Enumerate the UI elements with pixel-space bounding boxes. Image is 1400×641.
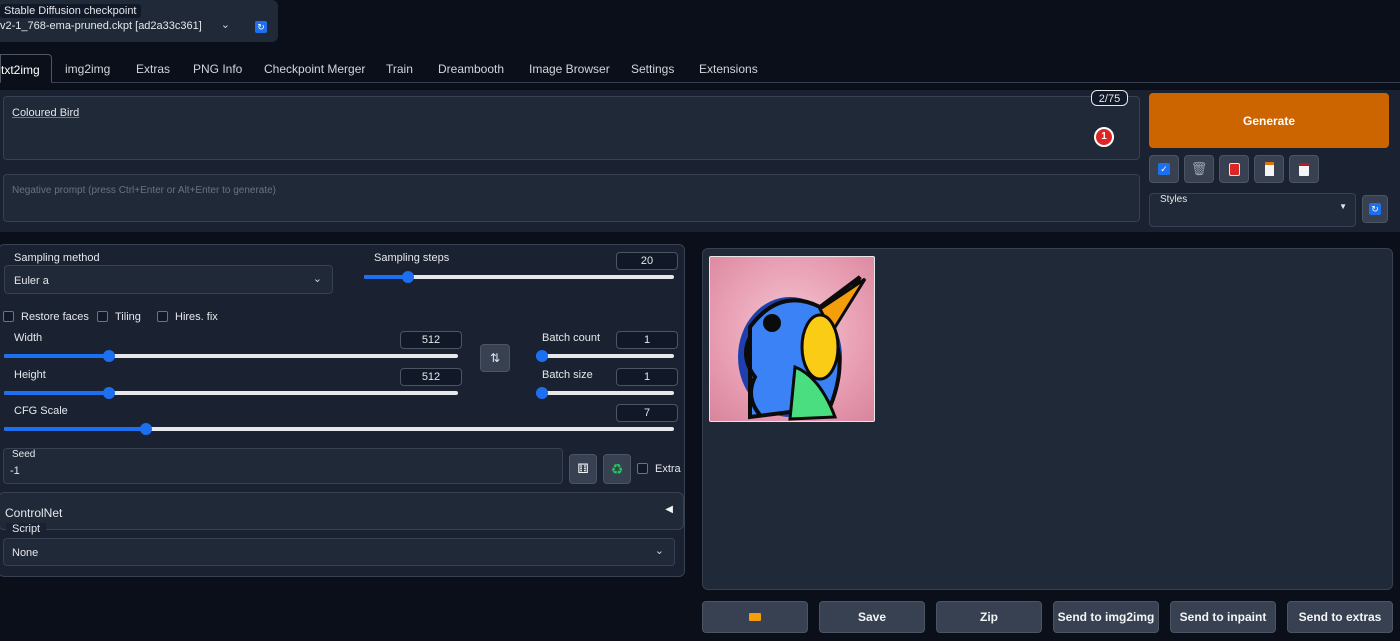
clipboard-icon	[1264, 162, 1274, 176]
prompt-input[interactable]: Coloured Bird	[3, 96, 1140, 160]
generate-label: Generate	[1242, 113, 1296, 128]
batch-size-input[interactable]: 1	[616, 368, 678, 386]
tab-settings[interactable]: Settings	[631, 62, 674, 76]
styles-refresh-button[interactable]: ↻	[1362, 195, 1388, 223]
folder-icon	[749, 613, 761, 621]
open-folder-button[interactable]	[702, 601, 808, 633]
seed-field[interactable]: Seed -1	[3, 448, 563, 484]
script-select[interactable]: None ⌄	[3, 538, 675, 566]
batch-count-slider[interactable]	[536, 350, 674, 362]
restore-faces-label: Restore faces	[21, 311, 89, 323]
tab-dreambooth[interactable]: Dreambooth	[438, 62, 504, 76]
send-to-extras-button[interactable]: Send to extras	[1287, 601, 1393, 633]
send-to-img2img-button[interactable]: Send to img2img	[1053, 601, 1159, 633]
hires-fix-label: Hires. fix	[175, 311, 218, 323]
tab-image-browser[interactable]: Image Browser	[529, 62, 610, 76]
tab-txt2img[interactable]: txt2img	[0, 54, 52, 83]
save-icon	[1299, 162, 1309, 176]
negative-prompt-input[interactable]: Negative prompt (press Ctrl+Enter or Alt…	[3, 174, 1140, 222]
save-style-button[interactable]	[1289, 155, 1319, 183]
swap-icon: ⇅	[489, 351, 501, 365]
tab-png-info[interactable]: PNG Info	[193, 62, 242, 76]
styles-select[interactable]: Styles ▼	[1149, 193, 1356, 227]
seed-label: Seed	[12, 449, 36, 460]
tab-label: txt2img	[1, 63, 40, 77]
seed-value: -1	[10, 465, 20, 477]
zip-button[interactable]: Zip	[936, 601, 1042, 633]
collapse-arrow-icon: ◀	[665, 504, 673, 515]
height-slider[interactable]	[4, 387, 458, 399]
show-extra-networks-button[interactable]: ✓	[1149, 155, 1179, 183]
refresh-icon: ↻	[1369, 203, 1381, 215]
sampling-method-label: Sampling method	[14, 252, 100, 264]
script-label: Script	[6, 523, 47, 535]
checkpoint-value: v2-1_768-ema-pruned.ckpt [ad2a33c361]	[0, 20, 202, 32]
tab-extensions[interactable]: Extensions	[699, 62, 758, 76]
sampling-method-select[interactable]: Euler a ⌄	[4, 265, 333, 294]
height-label: Height	[14, 369, 46, 381]
cfg-scale-slider[interactable]	[4, 423, 674, 435]
tab-checkpoint-merger[interactable]: Checkpoint Merger	[264, 62, 365, 76]
prompt-text: Coloured Bird	[12, 107, 80, 119]
batch-count-input[interactable]: 1	[616, 331, 678, 349]
paint-icon	[1228, 162, 1240, 176]
token-counter: 2/75	[1091, 90, 1128, 106]
controlnet-accordion[interactable]: ControlNet ◀	[0, 492, 684, 530]
styles-label: Styles	[1160, 194, 1188, 205]
sampling-method-value: Euler a	[14, 275, 49, 287]
dice-icon: ⚅	[577, 461, 589, 476]
extra-seed-checkbox[interactable]	[637, 463, 648, 474]
clear-prompt-button[interactable]: 🗑	[1184, 155, 1214, 183]
checkpoint-select[interactable]: v2-1_768-ema-pruned.ckpt [ad2a33c361] ⌄	[0, 14, 238, 38]
cfg-scale-label: CFG Scale	[14, 405, 68, 417]
checkpoint-group: Stable Diffusion checkpoint v2-1_768-ema…	[0, 0, 278, 42]
chevron-down-icon: ⌄	[220, 19, 230, 31]
width-slider[interactable]	[4, 350, 458, 362]
sampling-steps-slider[interactable]	[364, 271, 674, 283]
tab-train[interactable]: Train	[386, 62, 413, 76]
chevron-down-icon: ⌄	[312, 273, 322, 285]
extra-seed-label: Extra	[655, 463, 681, 475]
recycle-icon: ♻	[610, 460, 624, 477]
sampling-steps-label: Sampling steps	[374, 252, 450, 264]
save-button[interactable]: Save	[819, 601, 925, 633]
send-to-inpaint-button[interactable]: Send to inpaint	[1170, 601, 1276, 633]
reuse-seed-button[interactable]: ♻	[603, 454, 631, 484]
generate-button[interactable]: Generate	[1149, 93, 1389, 148]
height-input[interactable]: 512	[400, 368, 462, 386]
tab-img2img[interactable]: img2img	[65, 62, 110, 76]
generated-image-thumbnail[interactable]	[709, 256, 875, 422]
random-seed-button[interactable]: ⚅	[569, 454, 597, 484]
negative-prompt-placeholder: Negative prompt (press Ctrl+Enter or Alt…	[12, 185, 277, 196]
restore-faces-checkbox[interactable]	[3, 311, 14, 322]
tab-extras[interactable]: Extras	[136, 62, 170, 76]
batch-count-label: Batch count	[542, 332, 601, 344]
hires-fix-checkbox[interactable]	[157, 311, 168, 322]
error-badge: 1	[1094, 127, 1114, 147]
bird-image	[738, 275, 867, 421]
width-input[interactable]: 512	[400, 331, 462, 349]
paste-params-button[interactable]	[1219, 155, 1249, 183]
trash-icon: 🗑	[1190, 161, 1208, 176]
cfg-scale-input[interactable]: 7	[616, 404, 678, 422]
prompt-area: Coloured Bird 2/75 1 Negative prompt (pr…	[0, 90, 1400, 232]
width-label: Width	[14, 332, 43, 344]
batch-size-slider[interactable]	[536, 387, 674, 399]
batch-size-label: Batch size	[542, 369, 593, 381]
dropdown-arrow-icon: ▼	[1339, 202, 1347, 211]
tab-bar: txt2img img2img Extras PNG Info Checkpoi…	[0, 54, 1400, 83]
swap-dimensions-button[interactable]: ⇅	[480, 344, 510, 372]
sampling-steps-input[interactable]: 20	[616, 252, 678, 270]
refresh-icon: ↻	[255, 21, 267, 33]
tiling-label: Tiling	[115, 311, 141, 323]
tiling-checkbox[interactable]	[97, 311, 108, 322]
checkpoint-refresh-button[interactable]: ↻	[252, 18, 270, 36]
script-value: None	[12, 547, 39, 559]
apply-style-button[interactable]	[1254, 155, 1284, 183]
output-gallery	[702, 248, 1393, 590]
chevron-down-icon: ⌄	[654, 545, 664, 557]
controlnet-label: ControlNet	[5, 506, 63, 520]
checkbox-icon: ✓	[1158, 163, 1170, 175]
